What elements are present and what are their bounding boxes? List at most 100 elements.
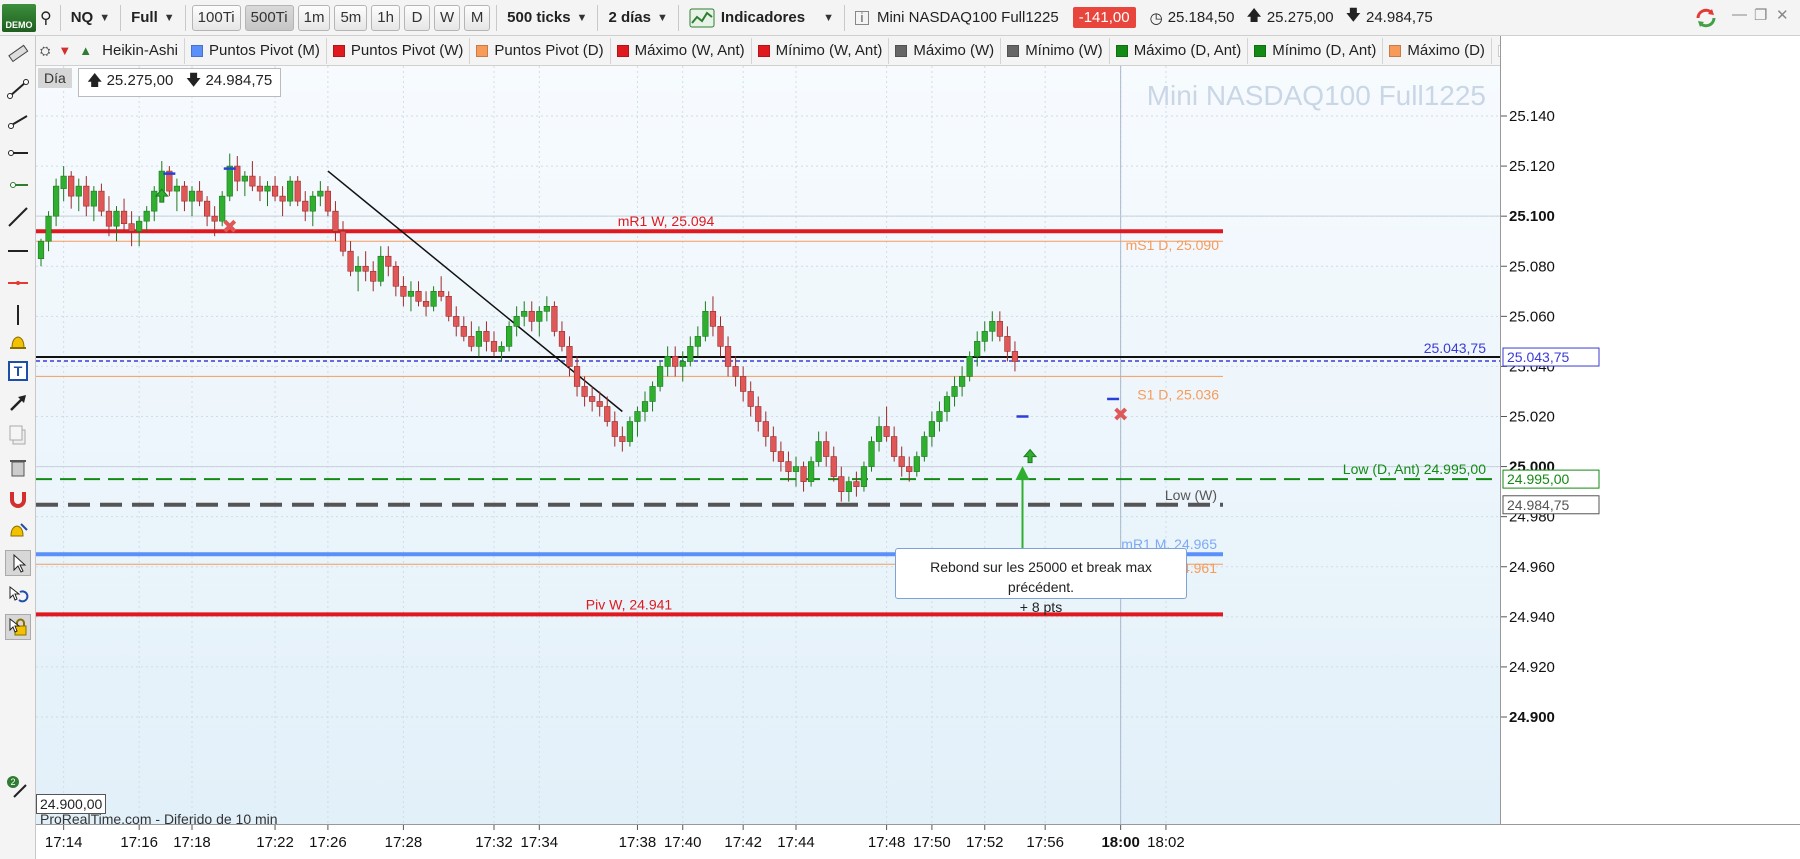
candle[interactable]: [573, 356, 581, 397]
candle[interactable]: [694, 326, 701, 357]
candle[interactable]: [521, 301, 528, 327]
refresh-icon[interactable]: [1694, 6, 1718, 34]
interval-button-w[interactable]: W: [433, 4, 461, 31]
candle[interactable]: [415, 281, 422, 307]
legend-item[interactable]: Mínimo (W): [1001, 37, 1110, 64]
candle[interactable]: [996, 311, 1003, 342]
copy-icon[interactable]: [5, 422, 31, 448]
annotation-box[interactable]: Rebond sur les 25000 et break max précéd…: [895, 548, 1187, 615]
candle[interactable]: [951, 376, 958, 407]
candle[interactable]: [226, 153, 233, 202]
candle[interactable]: [256, 176, 264, 202]
candle[interactable]: [936, 401, 943, 432]
candle[interactable]: [219, 191, 226, 227]
candle[interactable]: [75, 178, 82, 212]
candle[interactable]: [868, 436, 875, 472]
candle[interactable]: [981, 321, 988, 352]
candle[interactable]: [234, 156, 241, 192]
candle[interactable]: [505, 321, 513, 352]
candle[interactable]: [747, 381, 754, 417]
trash-icon[interactable]: [5, 454, 31, 480]
legend-item[interactable]: Mínimo (D, Ant): [1248, 37, 1384, 64]
candle[interactable]: [702, 301, 709, 342]
candle[interactable]: [551, 301, 558, 337]
candle[interactable]: [287, 176, 294, 207]
location-pin-icon[interactable]: ⚲: [36, 4, 56, 32]
candle[interactable]: [860, 461, 868, 492]
candle[interactable]: [581, 376, 588, 407]
trendline-icon[interactable]: [5, 204, 31, 230]
alert-settings-icon[interactable]: [5, 518, 31, 544]
candle[interactable]: [166, 166, 173, 197]
settings-icon[interactable]: ⛭: [36, 43, 54, 59]
chart-canvas[interactable]: mR1 W, 25.094 mS1 D, 25.090 25.043,75 S1 D,…: [36, 66, 1500, 824]
notifications-icon[interactable]: 2: [5, 774, 31, 800]
segment-tool-icon[interactable]: [5, 76, 31, 102]
select-pointer-icon[interactable]: [5, 550, 31, 576]
interval-button-1h[interactable]: 1h: [371, 4, 400, 31]
candle[interactable]: [853, 471, 860, 497]
candle[interactable]: [271, 176, 279, 202]
candle[interactable]: [966, 351, 973, 382]
legend-item[interactable]: Máximo (D, Ant): [1110, 37, 1249, 64]
candle[interactable]: [347, 241, 354, 277]
candle[interactable]: [770, 426, 777, 462]
arrow-tool-icon[interactable]: [5, 390, 31, 416]
candle[interactable]: [845, 476, 852, 502]
candle[interactable]: [536, 306, 543, 337]
alert-bell-icon[interactable]: [5, 330, 31, 356]
candle[interactable]: [1011, 341, 1019, 372]
candle[interactable]: [921, 431, 928, 462]
candle[interactable]: [173, 178, 181, 212]
candle[interactable]: [928, 411, 935, 447]
candle[interactable]: [913, 451, 920, 477]
candle[interactable]: [68, 171, 75, 209]
mode-select[interactable]: Full ▼: [125, 4, 181, 32]
candle[interactable]: [339, 221, 347, 257]
magnet-icon[interactable]: [5, 486, 31, 512]
legend-item[interactable]: Máximo (W): [889, 37, 1002, 64]
candle[interactable]: [830, 446, 837, 482]
horizontal-level-icon[interactable]: [5, 270, 31, 296]
candle[interactable]: [838, 466, 845, 502]
legend-item[interactable]: Puntos Pivot (M): [185, 37, 327, 64]
candle[interactable]: [958, 366, 966, 397]
candle[interactable]: [113, 206, 120, 242]
candle[interactable]: [785, 451, 792, 482]
candle[interactable]: [445, 291, 452, 322]
candle[interactable]: [641, 391, 649, 422]
candle[interactable]: [52, 178, 60, 227]
undo-pointer-icon[interactable]: [5, 582, 31, 608]
info-icon[interactable]: i: [854, 10, 869, 25]
candle[interactable]: [264, 181, 271, 207]
candle[interactable]: [468, 321, 475, 352]
price-chart[interactable]: mR1 W, 25.094 mS1 D, 25.090 25.043,75 S1 D,…: [36, 66, 1500, 824]
candle[interactable]: [792, 456, 800, 487]
candle[interactable]: [45, 211, 52, 252]
price-axis[interactable]: 25.140 25.120 25.100 25.080 25.060 25.040 25.0…: [1500, 36, 1800, 824]
candle[interactable]: [724, 336, 732, 377]
candle[interactable]: [823, 431, 830, 467]
candle[interactable]: [60, 166, 67, 202]
buy-signal-icon[interactable]: [154, 188, 169, 203]
legend-item[interactable]: Puntos Pivot (W): [327, 37, 471, 64]
candle[interactable]: [709, 296, 717, 337]
candle[interactable]: [490, 331, 498, 357]
candle[interactable]: [377, 246, 384, 287]
candle[interactable]: [354, 256, 362, 292]
candle[interactable]: [513, 306, 520, 337]
candle[interactable]: [249, 161, 256, 192]
candle[interactable]: [460, 316, 467, 342]
candle[interactable]: [309, 191, 316, 227]
candle[interactable]: [943, 391, 951, 422]
legend-item[interactable]: Máximo (D): [1383, 37, 1492, 64]
candle[interactable]: [626, 416, 633, 447]
candle[interactable]: [906, 456, 913, 482]
candle[interactable]: [498, 341, 505, 362]
horizontal-line-icon[interactable]: [5, 238, 31, 264]
candle[interactable]: [294, 176, 301, 207]
interval-button-d[interactable]: D: [403, 4, 430, 31]
candle[interactable]: [717, 316, 724, 357]
candle[interactable]: [634, 406, 641, 437]
candle[interactable]: [898, 446, 905, 477]
